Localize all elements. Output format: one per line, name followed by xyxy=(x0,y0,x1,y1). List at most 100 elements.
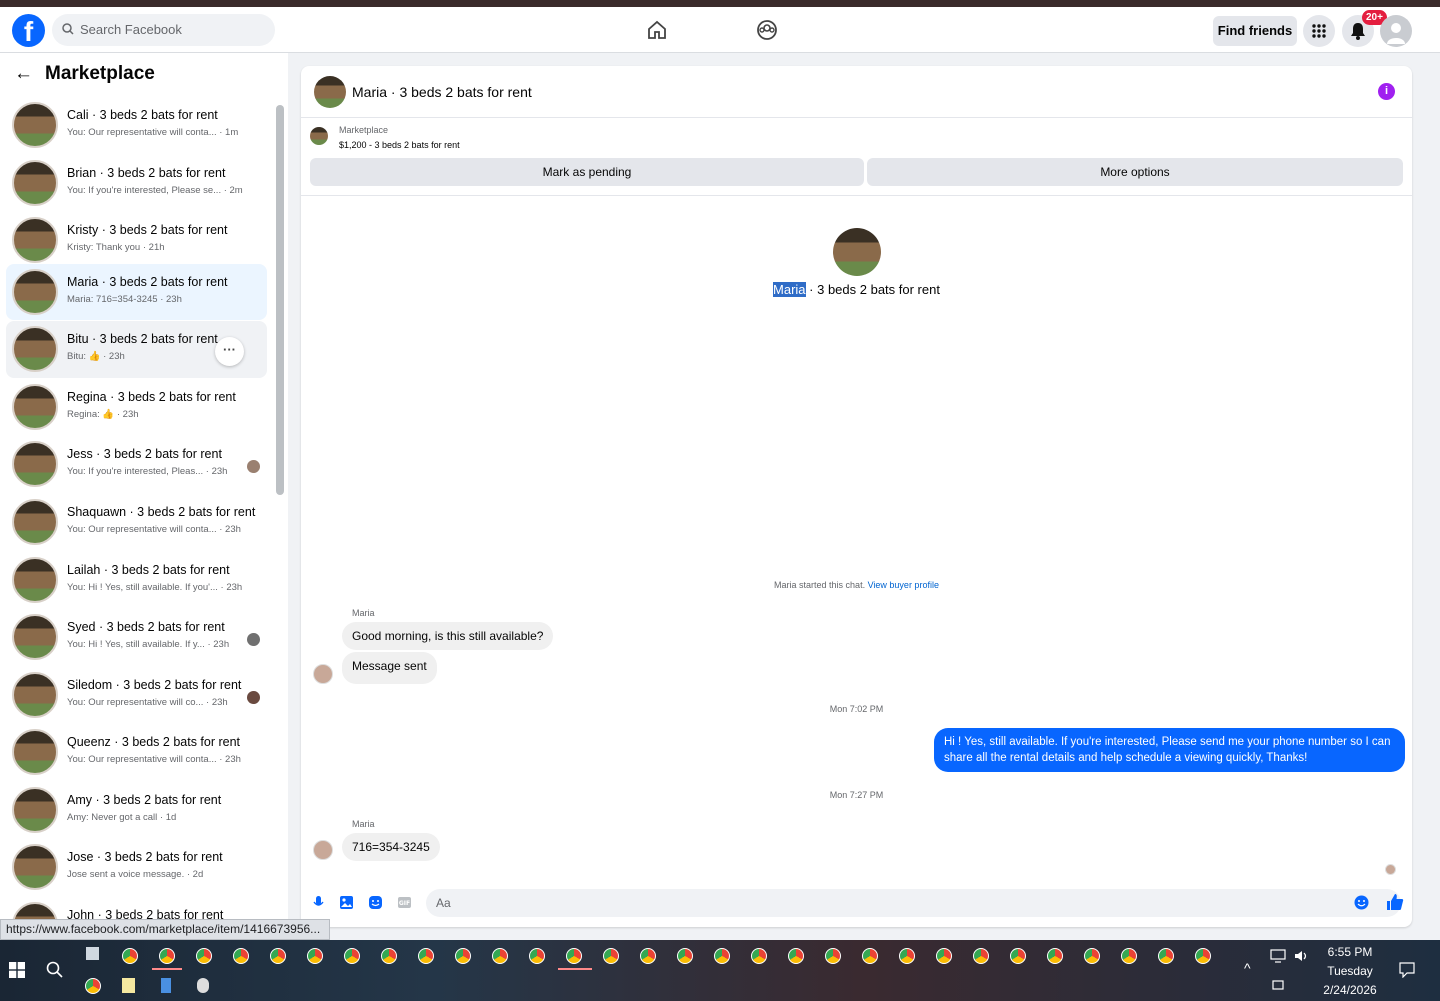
clock-date[interactable]: 2/24/2026 xyxy=(1316,983,1384,997)
chat-title[interactable]: Maria · 3 beds 2 bats for rent xyxy=(352,84,532,100)
conversation-item-active[interactable]: Maria · 3 beds 2 bats for rent Maria: 716… xyxy=(6,264,267,320)
conversation-title: Lailah · 3 beds 2 bats for rent xyxy=(67,563,230,577)
tray-chevron-icon[interactable]: ^ xyxy=(1244,960,1251,976)
conversation-title: Amy · 3 beds 2 bats for rent xyxy=(67,793,222,807)
microphone-app-icon[interactable] xyxy=(197,978,209,993)
conversation-item[interactable]: Lailah · 3 beds 2 bats for rent You: Hi !… xyxy=(6,552,267,609)
chrome-icon[interactable] xyxy=(455,948,471,964)
home-icon[interactable] xyxy=(646,19,668,41)
chrome-icon[interactable] xyxy=(1047,948,1063,964)
taskbar-app[interactable] xyxy=(86,947,99,960)
conversation-item[interactable]: Amy · 3 beds 2 bats for rent Amy: Never g… xyxy=(6,782,267,839)
gif-icon[interactable]: GIF xyxy=(397,895,412,910)
conversation-title: Maria · 3 beds 2 bats for rent xyxy=(67,275,228,289)
chrome-icon[interactable] xyxy=(936,948,952,964)
facebook-logo[interactable]: f xyxy=(12,14,45,47)
chrome-icon[interactable] xyxy=(122,948,138,964)
conversation-item[interactable]: Siledom · 3 beds 2 bats for rent You: Our… xyxy=(6,667,267,724)
taskbar-app[interactable] xyxy=(161,978,171,993)
profile-avatar[interactable] xyxy=(1380,15,1412,47)
chrome-icon[interactable] xyxy=(233,948,249,964)
groups-icon[interactable] xyxy=(756,19,778,41)
sidebar-scrollbar[interactable] xyxy=(276,105,284,495)
chrome-icon[interactable] xyxy=(751,948,767,964)
chrome-icon[interactable] xyxy=(196,948,212,964)
listing-thumbnail xyxy=(310,127,328,145)
chrome-icon[interactable] xyxy=(159,948,175,964)
chrome-icon[interactable] xyxy=(603,948,619,964)
clock-time[interactable]: 6:55 PM xyxy=(1320,945,1380,959)
conversation-item[interactable]: Regina · 3 beds 2 bats for rent Regina: 👍… xyxy=(6,379,267,436)
more-options-button[interactable]: ··· xyxy=(215,337,244,366)
chrome-icon[interactable] xyxy=(1195,948,1211,964)
chrome-icon[interactable] xyxy=(418,948,434,964)
chrome-icon[interactable] xyxy=(381,948,397,964)
listing-avatar xyxy=(12,499,58,545)
chrome-icon[interactable] xyxy=(899,948,915,964)
conversation-preview: Kristy: Thank you · 21h xyxy=(67,242,165,253)
chat-started-note: Maria started this chat. View buyer prof… xyxy=(301,580,1412,590)
incoming-message[interactable]: Message sent xyxy=(342,652,437,684)
conversation-item[interactable]: Shaquawn · 3 beds 2 bats for rent You: Ou… xyxy=(6,494,267,551)
conversation-title: Cali · 3 beds 2 bats for rent xyxy=(67,108,218,122)
active-indicator xyxy=(558,968,592,970)
chrome-icon[interactable] xyxy=(640,948,656,964)
meet-now-icon[interactable] xyxy=(1272,978,1284,992)
chrome-icon[interactable] xyxy=(862,948,878,964)
conversation-item[interactable]: Cali · 3 beds 2 bats for rent You: Our re… xyxy=(6,97,267,154)
incoming-message[interactable]: Good morning, is this still available? xyxy=(342,622,554,650)
chrome-icon[interactable] xyxy=(85,978,101,994)
microphone-icon[interactable] xyxy=(311,895,326,910)
photo-icon[interactable] xyxy=(339,895,354,910)
chrome-icon[interactable] xyxy=(344,948,360,964)
chrome-icon[interactable] xyxy=(307,948,323,964)
chrome-icon-active[interactable] xyxy=(566,948,582,964)
chat-avatar[interactable] xyxy=(314,76,346,108)
conversation-item[interactable]: Syed · 3 beds 2 bats for rent You: Hi ! Y… xyxy=(6,609,267,666)
page-scrollbar[interactable] xyxy=(1425,53,1440,939)
more-options-button[interactable]: More options xyxy=(867,158,1403,186)
info-icon[interactable]: i xyxy=(1378,83,1395,100)
outgoing-message[interactable]: Hi ! Yes, still available. If you're int… xyxy=(934,728,1405,772)
conversation-item[interactable]: Brian · 3 beds 2 bats for rent You: If yo… xyxy=(6,155,267,212)
mark-pending-button[interactable]: Mark as pending xyxy=(310,158,864,186)
chrome-icon[interactable] xyxy=(1010,948,1026,964)
volume-icon[interactable] xyxy=(1294,949,1310,963)
notification-center-icon[interactable] xyxy=(1399,962,1415,978)
chrome-icon[interactable] xyxy=(788,948,804,964)
menu-button[interactable] xyxy=(1303,15,1335,47)
chrome-icon[interactable] xyxy=(529,948,545,964)
message-input[interactable]: Aa xyxy=(426,889,1401,917)
conversation-item[interactable]: Queenz · 3 beds 2 bats for rent You: Our … xyxy=(6,724,267,781)
chrome-icon[interactable] xyxy=(1158,948,1174,964)
windows-start-icon[interactable] xyxy=(9,962,25,978)
thumbs-up-icon[interactable] xyxy=(1386,893,1404,911)
chrome-icon[interactable] xyxy=(1084,948,1100,964)
chrome-icon[interactable] xyxy=(677,948,693,964)
search-input[interactable]: Search Facebook xyxy=(52,14,275,46)
incoming-message[interactable]: 716=354-3245 xyxy=(342,833,440,861)
conversation-item-hovered[interactable]: Bitu · 3 beds 2 bats for rent Bitu: 👍 · 2… xyxy=(6,321,267,378)
conversation-item[interactable]: Kristy · 3 beds 2 bats for rent Kristy: T… xyxy=(6,212,267,269)
sticker-icon[interactable] xyxy=(368,895,383,910)
conversation-item[interactable]: Jose · 3 beds 2 bats for rent Jose sent a… xyxy=(6,839,267,896)
window-top-strip xyxy=(0,0,1440,7)
chrome-icon[interactable] xyxy=(825,948,841,964)
chrome-icon[interactable] xyxy=(270,948,286,964)
find-friends-button[interactable]: Find friends xyxy=(1213,16,1297,46)
network-icon[interactable] xyxy=(1270,949,1286,963)
chrome-icon[interactable] xyxy=(1121,948,1137,964)
svg-text:GIF: GIF xyxy=(399,900,410,907)
chrome-icon[interactable] xyxy=(492,948,508,964)
chrome-icon[interactable] xyxy=(714,948,730,964)
conversation-sidebar: ← Marketplace Cali · 3 beds 2 bats for re… xyxy=(0,53,288,922)
clock-day[interactable]: Tuesday xyxy=(1320,964,1380,978)
search-icon[interactable] xyxy=(46,961,63,978)
view-buyer-profile-link[interactable]: View buyer profile xyxy=(868,580,939,590)
chrome-icon[interactable] xyxy=(973,948,989,964)
marketplace-label: Marketplace xyxy=(339,125,389,135)
conversation-item[interactable]: Jess · 3 beds 2 bats for rent You: If you… xyxy=(6,436,267,493)
emoji-icon[interactable] xyxy=(1354,895,1369,910)
back-arrow-icon[interactable]: ← xyxy=(14,63,33,84)
notepad-icon[interactable] xyxy=(122,978,135,993)
